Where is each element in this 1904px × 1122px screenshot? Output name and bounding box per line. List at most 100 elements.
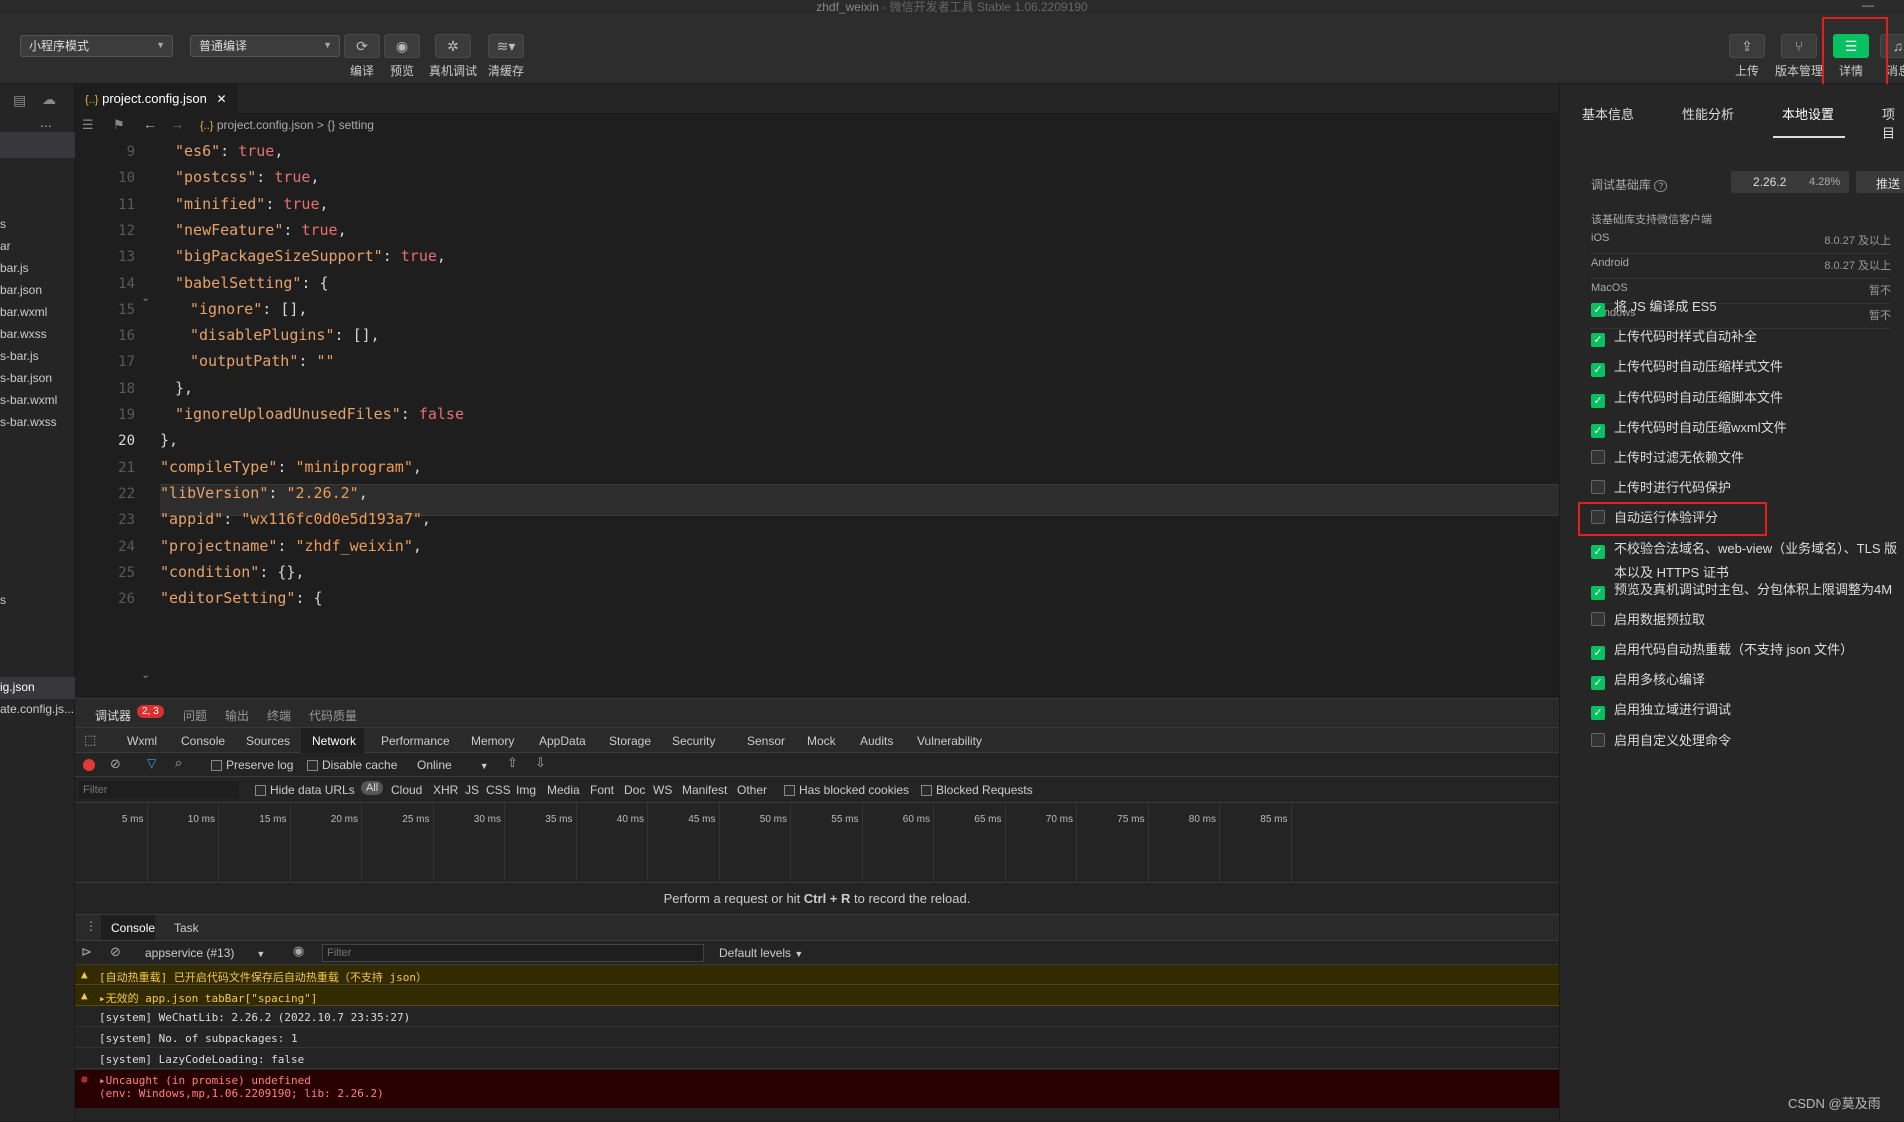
type-all[interactable]: All <box>361 781 384 795</box>
list-icon[interactable]: ☰ <box>82 117 94 133</box>
tab-local-settings[interactable]: 本地设置 <box>1782 104 1834 123</box>
file-item[interactable]: bar.js <box>0 261 29 275</box>
setting-option[interactable]: 启用自定义处理命令 <box>1591 730 1731 749</box>
type-cloud[interactable]: Cloud <box>391 783 422 797</box>
tab-debugger[interactable]: 调试器 <box>95 707 131 724</box>
file-item[interactable]: s-bar.wxss <box>0 415 57 429</box>
docker-icon[interactable]: ☁ <box>42 91 56 108</box>
network-filter-input[interactable] <box>79 781 239 799</box>
checkbox-unchecked-icon[interactable] <box>1591 480 1605 495</box>
setting-option[interactable]: 上传时进行代码保护 <box>1591 477 1731 496</box>
type-js[interactable]: JS <box>465 783 479 797</box>
export-icon[interactable]: ⇩ <box>535 755 546 771</box>
setting-option[interactable]: ✓ 不校验合法域名、web-view（业务域名）、TLS 版本以及 HTTPS 证… <box>1591 538 1897 581</box>
clear-icon[interactable]: ⊘ <box>110 756 121 772</box>
file-item[interactable]: ate.config.js... <box>0 702 74 716</box>
type-other[interactable]: Other <box>737 783 767 797</box>
tab-task[interactable]: Task <box>174 921 199 935</box>
mode-select[interactable]: 小程序模式 ▼ <box>20 35 173 57</box>
compile-select[interactable]: 普通编译 ▼ <box>190 35 340 57</box>
setting-option[interactable]: 上传时过滤无依赖文件 <box>1591 447 1744 466</box>
tab-vulnerability[interactable]: Vulnerability <box>917 734 982 748</box>
tab-wxml[interactable]: Wxml <box>127 734 157 748</box>
kebab-menu-icon[interactable]: ⋮ <box>85 919 97 933</box>
filter-icon[interactable]: ▽ <box>147 756 156 770</box>
record-icon[interactable] <box>83 759 95 771</box>
checkbox-checked-icon[interactable]: ✓ <box>1591 423 1605 438</box>
tab-console[interactable]: Console <box>181 734 225 748</box>
search-icon[interactable]: ⌕ <box>175 755 182 771</box>
upload-button[interactable]: ⇪ 上传 <box>1727 34 1767 79</box>
setting-option[interactable]: ✓ 上传代码时自动压缩wxml文件 <box>1591 417 1787 438</box>
checkbox-checked-icon[interactable]: ✓ <box>1591 676 1605 691</box>
tab-console-drawer[interactable]: Console <box>111 921 155 935</box>
inspect-icon[interactable]: ⬚ <box>84 732 96 748</box>
bookmark-icon[interactable]: ⚑ <box>113 117 125 133</box>
tab-project-config[interactable]: {..} project.config.json ✕ <box>75 84 238 114</box>
tab-storage[interactable]: Storage <box>609 734 651 748</box>
file-item[interactable]: s <box>0 593 6 607</box>
explorer-icon[interactable]: ▤ <box>13 92 26 109</box>
lib-version-select[interactable]: 2.26.2 4.28% <box>1731 171 1849 193</box>
tab-output[interactable]: 输出 <box>225 707 249 724</box>
push-button[interactable]: 推送 <box>1856 171 1904 193</box>
file-item[interactable]: bar.wxss <box>0 327 47 341</box>
tab-audits[interactable]: Audits <box>860 734 893 748</box>
sidebar-toggle-icon[interactable]: ⊳ <box>81 944 92 960</box>
file-item[interactable]: bar.json <box>0 283 42 297</box>
type-img[interactable]: Img <box>516 783 536 797</box>
code-editor[interactable]: 9 "es6": true, 10 "postcss": true, 11 "minifi… <box>75 138 1559 698</box>
tab-issues[interactable]: 问题 <box>183 707 207 724</box>
checkbox-checked-icon[interactable]: ✓ <box>1591 333 1605 348</box>
file-item[interactable]: ar <box>0 239 11 253</box>
checkbox-checked-icon[interactable]: ✓ <box>1591 646 1605 660</box>
forward-arrow-icon[interactable]: → <box>170 116 184 132</box>
checkbox-unchecked-icon[interactable] <box>1591 732 1605 747</box>
type-media[interactable]: Media <box>547 783 580 797</box>
tab-mock[interactable]: Mock <box>807 734 836 748</box>
back-arrow-icon[interactable]: ← <box>143 116 157 132</box>
tab-perf-analysis[interactable]: 性能分析 <box>1682 104 1734 123</box>
checkbox-checked-icon[interactable]: ✓ <box>1591 393 1605 408</box>
fold-chevron-icon[interactable]: ⌄ <box>141 291 150 304</box>
type-manifest[interactable]: Manifest <box>682 783 727 797</box>
setting-option[interactable]: ✓ 上传代码时样式自动补全 <box>1591 326 1757 348</box>
eye-icon[interactable]: ◉ <box>293 943 304 959</box>
type-font[interactable]: Font <box>590 783 614 797</box>
tab-code-quality[interactable]: 代码质量 <box>309 707 357 724</box>
tab-basic-info[interactable]: 基本信息 <box>1582 104 1634 123</box>
file-item[interactable]: s-bar.js <box>0 349 39 363</box>
file-item[interactable]: s-bar.wxml <box>0 393 57 407</box>
type-ws[interactable]: WS <box>653 783 672 797</box>
hide-data-urls-checkbox[interactable]: Hide data URLs <box>255 783 355 797</box>
tab-performance[interactable]: Performance <box>381 734 450 748</box>
checkbox-checked-icon[interactable]: ✓ <box>1591 585 1605 600</box>
throttle-select[interactable]: Online ▼ <box>417 758 489 772</box>
breadcrumb-node[interactable]: setting <box>339 118 374 132</box>
disable-cache-checkbox[interactable]: Disable cache <box>307 758 397 772</box>
type-css[interactable]: CSS <box>486 783 511 797</box>
minimize-icon[interactable]: — <box>1862 0 1874 12</box>
tab-sensor[interactable]: Sensor <box>747 734 785 748</box>
console-filter-input[interactable] <box>322 944 704 962</box>
setting-option[interactable]: ✓ 启用独立域进行调试 <box>1591 699 1731 721</box>
setting-option[interactable]: 启用数据预拉取 <box>1591 609 1705 628</box>
checkbox-checked-icon[interactable]: ✓ <box>1591 303 1605 317</box>
preview-button[interactable]: ◉ 预览 <box>382 34 422 79</box>
type-doc[interactable]: Doc <box>624 783 645 797</box>
fold-chevron-icon[interactable]: ⌄ <box>141 668 150 681</box>
checkbox-checked-icon[interactable]: ✓ <box>1591 544 1605 559</box>
setting-option[interactable]: ✓ 预览及真机调试时主包、分包体积上限调整为4M <box>1591 579 1892 600</box>
has-blocked-cookies-checkbox[interactable]: Has blocked cookies <box>784 783 909 797</box>
preserve-log-checkbox[interactable]: Preserve log <box>211 758 293 772</box>
log-levels-select[interactable]: Default levels ▼ <box>719 946 803 960</box>
breadcrumb-file[interactable]: project.config.json <box>217 118 314 132</box>
clear-console-icon[interactable]: ⊘ <box>110 944 121 960</box>
type-xhr[interactable]: XHR <box>433 783 458 797</box>
remote-debug-button[interactable]: ✲ 真机调试 <box>429 34 477 79</box>
checkbox-checked-icon[interactable]: ✓ <box>1591 706 1605 721</box>
tab-appdata[interactable]: AppData <box>539 734 586 748</box>
import-icon[interactable]: ⇧ <box>507 755 518 771</box>
checkbox-checked-icon[interactable]: ✓ <box>1591 363 1605 378</box>
checkbox-unchecked-icon[interactable] <box>1591 611 1605 626</box>
